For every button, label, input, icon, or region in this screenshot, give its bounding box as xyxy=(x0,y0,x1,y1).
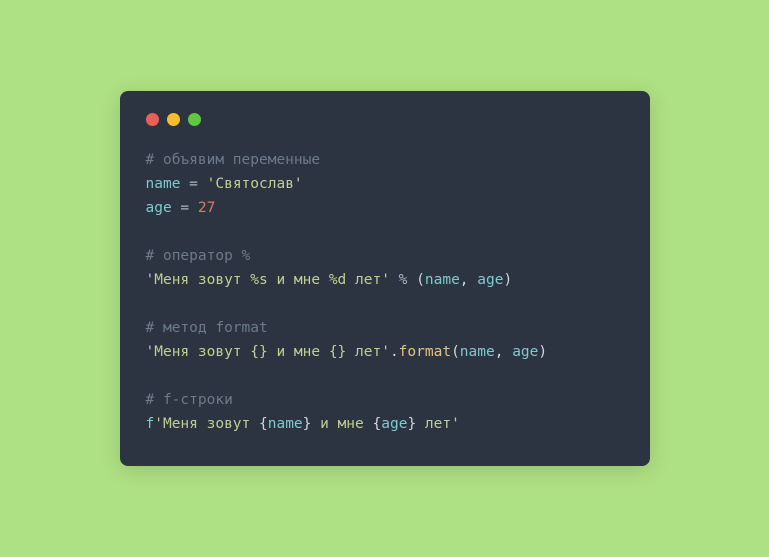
code-window: # объявим переменные name = 'Святослав' … xyxy=(120,91,650,466)
brace: { xyxy=(259,416,268,432)
number-literal: 27 xyxy=(198,200,215,216)
comment-line: # f-строки xyxy=(146,392,233,408)
paren: ( xyxy=(451,344,460,360)
brace: } xyxy=(407,416,416,432)
var-ref: age xyxy=(477,272,503,288)
var-ref: name xyxy=(268,416,303,432)
var-ref: age xyxy=(381,416,407,432)
comment-line: # метод format xyxy=(146,320,268,336)
paren: ) xyxy=(538,344,547,360)
var-name: name xyxy=(146,176,181,192)
comment-line: # оператор % xyxy=(146,248,251,264)
var-ref: name xyxy=(425,272,460,288)
comma: , xyxy=(495,344,512,360)
comment-line: # объявим переменные xyxy=(146,152,321,168)
paren: ( xyxy=(416,272,425,288)
operator: = xyxy=(180,176,206,192)
operator: = xyxy=(172,200,198,216)
var-ref: name xyxy=(460,344,495,360)
code-block: # объявим переменные name = 'Святослав' … xyxy=(146,148,624,436)
var-ref: age xyxy=(512,344,538,360)
paren: ) xyxy=(503,272,512,288)
window-titlebar xyxy=(146,113,624,126)
brace: { xyxy=(373,416,382,432)
operator: % xyxy=(390,272,416,288)
comma: , xyxy=(460,272,477,288)
fstring-prefix: f xyxy=(146,416,155,432)
string-literal: 'Святослав' xyxy=(207,176,303,192)
string-literal: 'Меня зовут xyxy=(154,416,259,432)
dot: . xyxy=(390,344,399,360)
close-icon[interactable] xyxy=(146,113,159,126)
string-literal: и мне xyxy=(311,416,372,432)
method-name: format xyxy=(399,344,451,360)
var-name: age xyxy=(146,200,172,216)
maximize-icon[interactable] xyxy=(188,113,201,126)
minimize-icon[interactable] xyxy=(167,113,180,126)
string-literal: 'Меня зовут {} и мне {} лет' xyxy=(146,344,390,360)
string-literal: лет' xyxy=(416,416,460,432)
string-literal: 'Меня зовут %s и мне %d лет' xyxy=(146,272,390,288)
